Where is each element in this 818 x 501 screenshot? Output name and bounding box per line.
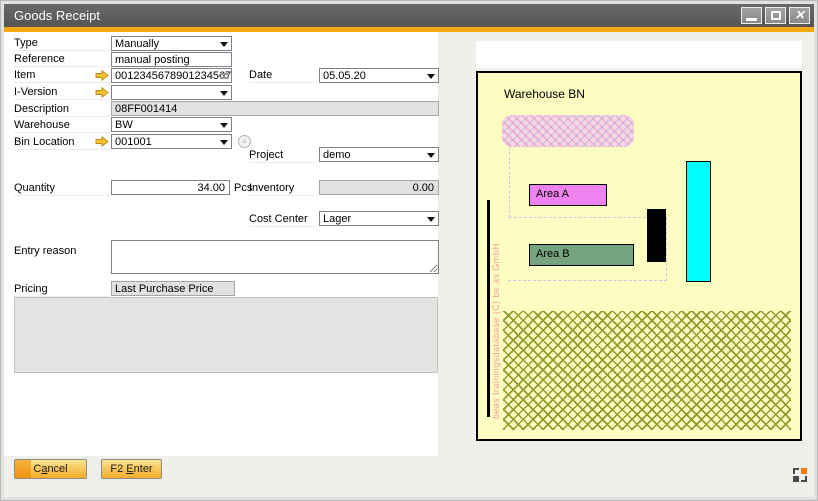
type-dropdown[interactable]: Manually <box>111 36 232 51</box>
resize-grip-icon[interactable] <box>792 467 808 483</box>
edit-bars-icon[interactable] <box>220 73 229 81</box>
goods-receipt-window: Goods Receipt ✕ Type Manually Reference … <box>0 0 818 501</box>
link-arrow-icon[interactable] <box>95 136 109 147</box>
bin-location-dropdown[interactable]: 001001 <box>111 134 232 149</box>
warehouse-map-panel[interactable]: Warehouse BN Area A Area B beas training… <box>476 71 802 441</box>
choose-from-list-icon[interactable]: ≡ <box>238 135 251 148</box>
chevron-down-icon[interactable] <box>427 74 435 79</box>
cyan-rack[interactable] <box>686 161 711 282</box>
warehouse-dropdown[interactable]: BW <box>111 117 232 132</box>
chevron-down-icon[interactable] <box>220 123 228 128</box>
warehouse-label: Warehouse <box>14 119 110 133</box>
item-input[interactable]: 0012345678901234567890 <box>111 68 232 83</box>
description-field: 08FF001414 <box>111 101 439 116</box>
route-dash-line <box>666 217 667 281</box>
wall-line <box>487 200 490 417</box>
type-label: Type <box>14 37 110 51</box>
map-title: Warehouse BN <box>504 87 585 101</box>
minimize-button[interactable] <box>741 7 762 24</box>
link-arrow-icon[interactable] <box>95 70 109 81</box>
window-title: Goods Receipt <box>14 8 100 23</box>
reference-input[interactable]: manual posting <box>111 52 232 67</box>
maximize-icon <box>771 11 781 20</box>
link-arrow-icon[interactable] <box>95 87 109 98</box>
minimize-icon <box>746 18 757 21</box>
chevron-down-icon[interactable] <box>427 217 435 222</box>
chevron-down-icon[interactable] <box>220 91 228 96</box>
area-a-rect[interactable]: Area A <box>529 184 607 206</box>
default-button-marker <box>15 460 31 478</box>
inventory-field: 0.00 <box>319 180 439 195</box>
quantity-label: Quantity <box>14 182 110 196</box>
quantity-input[interactable]: 34.00 <box>111 180 230 195</box>
maximize-button[interactable] <box>765 7 786 24</box>
route-dash-line <box>509 217 666 218</box>
watermark-text: beas trainingsdatabase (C) be.as GmbH <box>491 213 501 419</box>
project-dropdown[interactable]: demo <box>319 147 439 162</box>
chevron-down-icon[interactable] <box>427 153 435 158</box>
cancel-button[interactable]: Cancel <box>14 459 87 479</box>
date-dropdown[interactable]: 05.05.20 <box>319 68 439 83</box>
client-area: Type Manually Reference manual posting I… <box>4 32 814 497</box>
entry-reason-label: Entry reason <box>14 245 110 259</box>
chevron-down-icon[interactable] <box>220 140 228 145</box>
titlebar[interactable]: Goods Receipt ✕ <box>4 4 814 27</box>
black-rack[interactable] <box>647 209 666 262</box>
route-dash-line <box>509 147 510 218</box>
cost-center-dropdown[interactable]: Lager <box>319 211 439 226</box>
route-dash-line <box>508 280 667 281</box>
f2-enter-button[interactable]: F2 Enter <box>101 459 162 479</box>
map-toolbar <box>476 41 802 68</box>
project-label: Project <box>249 149 317 163</box>
close-icon: ✕ <box>794 8 804 23</box>
chevron-down-icon[interactable] <box>220 42 228 47</box>
close-button[interactable]: ✕ <box>789 7 810 24</box>
description-label: Description <box>14 103 110 117</box>
staging-zone[interactable] <box>502 115 634 147</box>
entry-reason-input[interactable] <box>111 240 439 274</box>
pricing-label: Pricing <box>14 283 110 297</box>
pricing-field: Last Purchase Price <box>111 281 235 296</box>
cost-center-label: Cost Center <box>249 213 317 227</box>
storage-hatch-area[interactable] <box>503 311 791 430</box>
details-panel <box>14 297 438 373</box>
area-b-rect[interactable]: Area B <box>529 244 634 266</box>
reference-label: Reference <box>14 53 110 67</box>
i-version-dropdown[interactable] <box>111 85 232 100</box>
date-label: Date <box>249 69 317 83</box>
inventory-label: Inventory <box>249 182 317 196</box>
